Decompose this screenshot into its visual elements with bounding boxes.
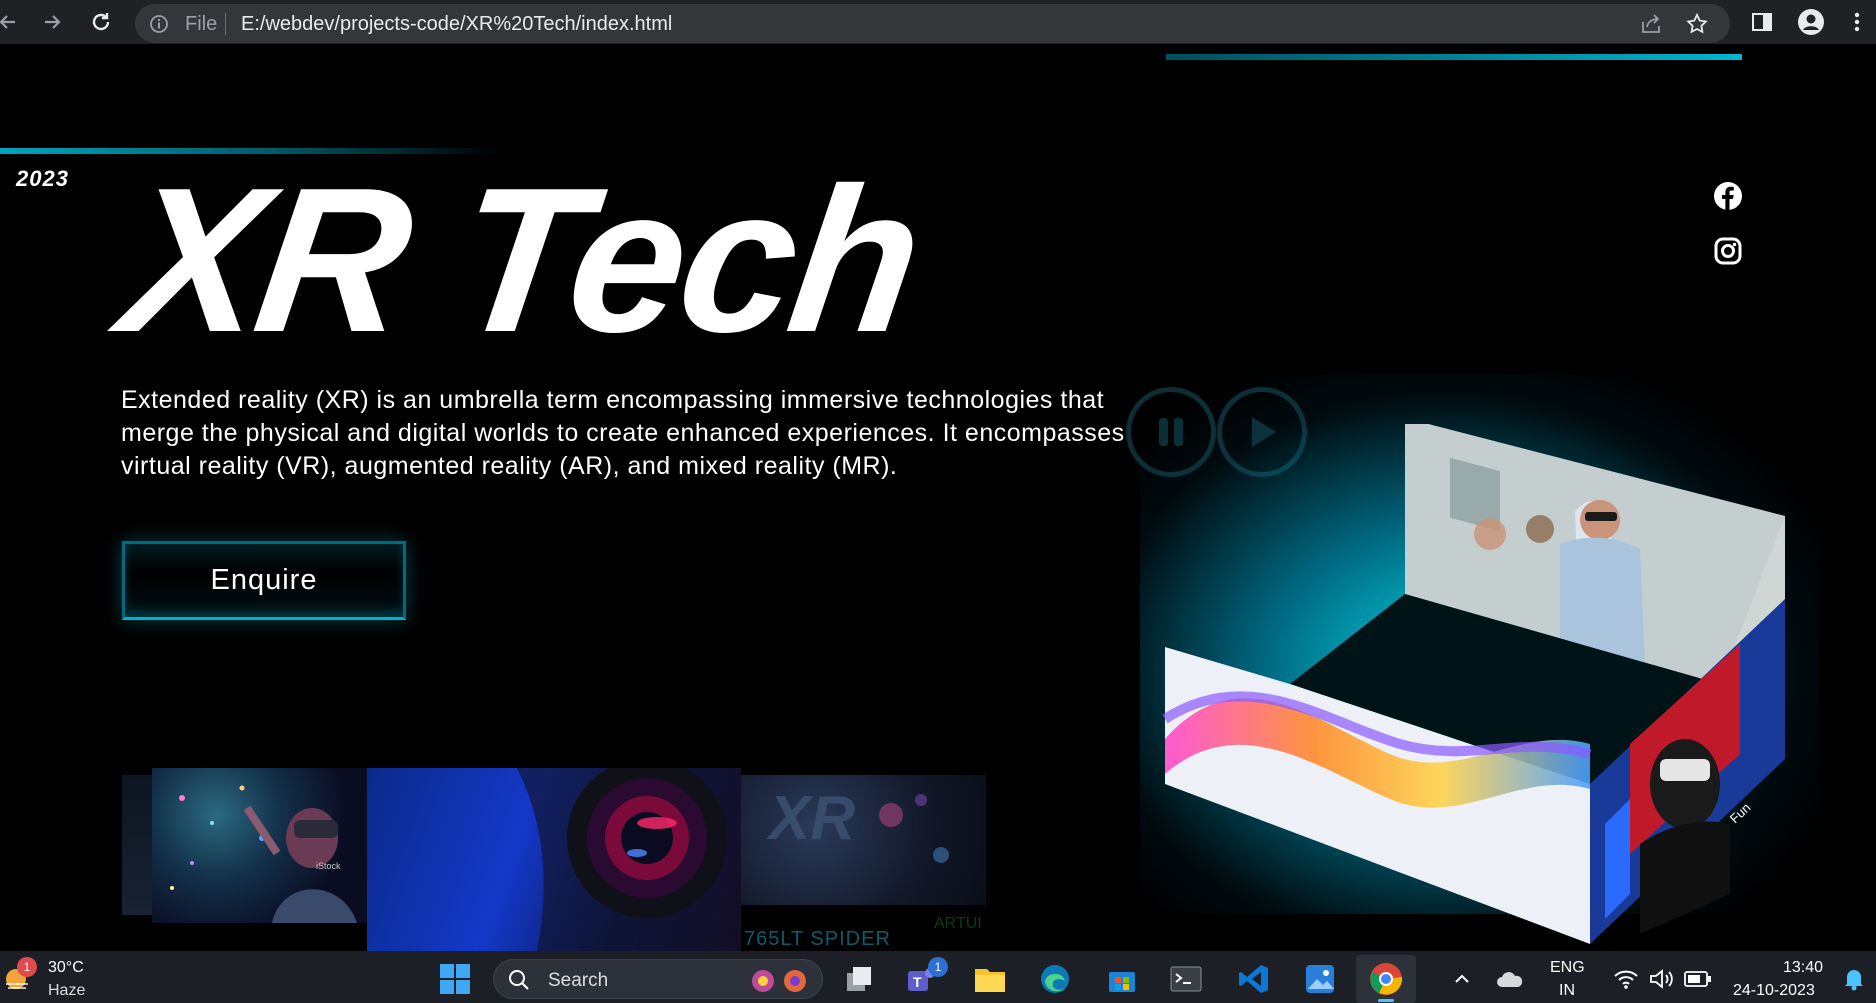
photos-icon[interactable] [1302, 961, 1338, 997]
bookmark-star-icon[interactable] [1685, 12, 1709, 41]
wifi-icon[interactable] [1608, 961, 1644, 997]
task-view-icon[interactable] [841, 961, 877, 997]
taskbar: 1 30°C Haze Search T 1 ENG IN 13:40 24-1… [0, 951, 1876, 1003]
gallery-caption-spider: 765LT SPIDER [744, 928, 891, 950]
weather-condition[interactable]: Haze [48, 982, 85, 1000]
search-placeholder: Search [548, 970, 609, 991]
browser-toolbar: File E:/webdev/projects-code/XR%20Tech/i… [0, 0, 1876, 44]
terminal-icon[interactable] [1168, 961, 1204, 997]
notifications-bell-icon[interactable] [1836, 961, 1872, 997]
battery-icon[interactable] [1680, 961, 1716, 997]
microsoft-store-icon[interactable] [1104, 961, 1140, 997]
gallery-thumb-xr-logo[interactable]: XR [741, 775, 986, 905]
onedrive-icon[interactable] [1492, 961, 1528, 997]
edge-browser-icon[interactable] [1037, 961, 1073, 997]
omnibox-scheme-label: File [185, 13, 218, 35]
istock-watermark: iStock [316, 861, 341, 871]
gallery-caption-artu: ARTUI [934, 915, 982, 932]
clock-time[interactable]: 13:40 [1783, 959, 1823, 977]
weather-badge: 1 [17, 957, 37, 977]
page-viewport: 2023 XR Tech Extended reality (XR) is an… [0, 44, 1876, 951]
site-info-icon[interactable] [149, 14, 169, 39]
active-app-indicator [1378, 999, 1394, 1002]
facebook-icon[interactable] [1714, 182, 1742, 215]
search-icon [509, 970, 529, 990]
back-icon[interactable] [0, 8, 22, 36]
browser-menu-icon[interactable] [1843, 8, 1871, 36]
svg-text:T: T [913, 974, 922, 990]
search-highlight-icon [750, 968, 814, 999]
hero-year: 2023 [16, 166, 69, 191]
reload-icon[interactable] [87, 8, 115, 36]
side-panel-icon[interactable] [1748, 8, 1776, 36]
address-bar[interactable]: File E:/webdev/projects-code/XR%20Tech/i… [135, 4, 1730, 43]
windows-start-icon[interactable] [437, 961, 473, 997]
clock-date[interactable]: 24-10-2023 [1733, 982, 1815, 1000]
chrome-taskbar-icon[interactable] [1356, 955, 1416, 1003]
screen: File E:/webdev/projects-code/XR%20Tech/i… [0, 0, 1876, 1003]
forward-icon[interactable] [38, 8, 66, 36]
language-region[interactable]: IN [1559, 982, 1575, 1000]
weather-temp[interactable]: 30°C [48, 959, 84, 977]
omnibox-divider [225, 13, 226, 35]
teams-badge: 1 [928, 957, 948, 977]
profile-avatar-icon[interactable] [1797, 8, 1825, 36]
volume-icon[interactable] [1644, 961, 1680, 997]
top-accent-line [1166, 54, 1742, 60]
gallery-thumb-lens[interactable] [367, 768, 741, 951]
language-indicator[interactable]: ENG [1550, 959, 1585, 977]
chevron-up-icon[interactable] [1444, 961, 1480, 997]
gallery-thumb-edge[interactable] [122, 775, 154, 915]
share-icon[interactable] [1639, 12, 1663, 41]
gallery-thumb-vr-woman[interactable]: iStock [152, 768, 367, 923]
vscode-icon[interactable] [1236, 961, 1272, 997]
url-text[interactable]: E:/webdev/projects-code/XR%20Tech/index.… [241, 13, 672, 36]
instagram-icon[interactable] [1714, 237, 1742, 270]
hero-title: XR Tech [110, 145, 932, 375]
enquire-button[interactable]: Enquire [122, 541, 406, 620]
hero-description: Extended reality (XR) is an umbrella ter… [121, 386, 1125, 480]
file-explorer-icon[interactable] [972, 961, 1008, 997]
taskbar-search[interactable]: Search [493, 959, 823, 999]
xr-cube-illustration: Fun [1162, 424, 1785, 944]
